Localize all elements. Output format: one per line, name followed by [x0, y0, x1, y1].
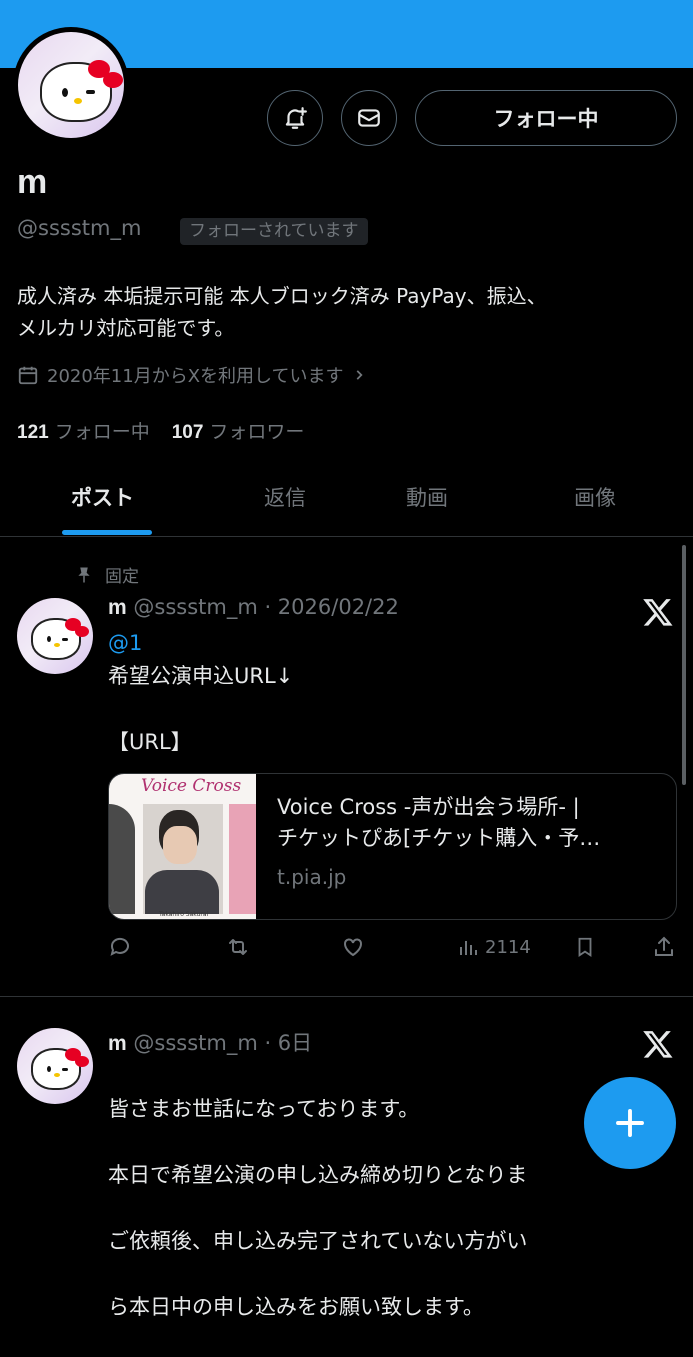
link-card[interactable]: Voice Cross Takahiro Sakurai Voice Cross… [108, 773, 677, 920]
notify-button[interactable] [267, 90, 323, 146]
bookmark-button[interactable] [574, 935, 596, 959]
followers-stat[interactable]: 107 フォロワー [172, 417, 305, 444]
joined-date[interactable]: 2020年11月からXを利用しています [17, 362, 366, 388]
reply-button[interactable] [108, 935, 132, 959]
following-stat[interactable]: 121 フォロー中 [17, 417, 150, 444]
bell-plus-icon [285, 107, 307, 129]
hello-kitty-avatar-image [18, 32, 124, 138]
link-card-image: Voice Cross Takahiro Sakurai [109, 774, 256, 919]
like-button[interactable] [341, 935, 365, 959]
repost-icon [229, 939, 247, 955]
bio-line: 成人済み 本垢提示可能 本人ブロック済み PayPay、振込、 [17, 284, 547, 308]
follows-you-badge: フォローされています [180, 218, 368, 245]
envelope-icon [358, 109, 380, 127]
joined-text: 2020年11月からXを利用しています [47, 366, 344, 387]
tab-images[interactable]: 画像 [574, 482, 616, 512]
link-card-domain: t.pia.jp [277, 865, 347, 889]
post-avatar[interactable] [17, 598, 93, 674]
post-divider [0, 996, 693, 997]
post-header: m @sssstm_m · 6日 [108, 1027, 312, 1057]
views-icon [460, 941, 477, 955]
profile-avatar[interactable] [13, 27, 129, 143]
tab-replies[interactable]: 返信 [264, 482, 306, 512]
post-avatar[interactable] [17, 1028, 93, 1104]
share-button[interactable] [652, 935, 676, 959]
post-text: 希望公演申込URL↓ 【URL】 [108, 664, 294, 754]
profile-name: m [17, 163, 48, 201]
post-handle-time: @sssstm_m · 2026/02/22 [133, 595, 399, 619]
heart-icon [344, 938, 362, 957]
plus-icon [616, 1109, 644, 1137]
profile-bio: 成人済み 本垢提示可能 本人ブロック済み PayPay、振込、 メルカリ対応可能… [17, 280, 677, 344]
post-author-name[interactable]: m [108, 1032, 127, 1055]
profile-tabs: ポスト 返信 動画 画像 [0, 470, 693, 537]
repost-button[interactable] [225, 935, 251, 959]
tab-posts[interactable]: ポスト [71, 482, 134, 512]
active-tab-indicator [62, 530, 152, 535]
chevron-right-icon [356, 370, 363, 380]
post-author-name[interactable]: m [108, 596, 127, 619]
x-logo-icon[interactable] [642, 596, 674, 628]
post-mention[interactable]: @1 [108, 627, 142, 660]
post-handle-time: @sssstm_m · 6日 [133, 1031, 313, 1055]
profile-handle: @sssstm_m [17, 216, 142, 240]
views-button[interactable]: 2114 [457, 935, 531, 959]
card-image-brand: Voice Cross [141, 776, 242, 796]
post-header: m @sssstm_m · 2026/02/22 [108, 595, 399, 620]
pinned-label: 固定 [75, 562, 139, 587]
link-card-title: Voice Cross -声が出会う場所- | チケットぴあ[チケット購入・予… [277, 795, 601, 850]
x-logo-icon[interactable] [642, 1028, 674, 1060]
profile-stats: 121 フォロー中 107 フォロワー [17, 417, 304, 444]
bookmark-icon [578, 937, 592, 957]
pin-icon [78, 567, 90, 582]
scrollbar[interactable] [682, 545, 686, 785]
post-actions: 2114 [108, 935, 678, 967]
views-count: 2114 [485, 936, 531, 958]
calendar-icon [18, 366, 38, 385]
message-button[interactable] [341, 90, 397, 146]
bio-line: メルカリ対応可能です。 [17, 316, 235, 340]
share-icon [655, 936, 673, 956]
tab-videos[interactable]: 動画 [406, 482, 448, 512]
following-button[interactable]: フォロー中 [415, 90, 677, 146]
card-image-caption: Takahiro Sakurai [159, 911, 209, 918]
compose-button[interactable] [584, 1077, 676, 1169]
reply-icon [110, 937, 129, 956]
